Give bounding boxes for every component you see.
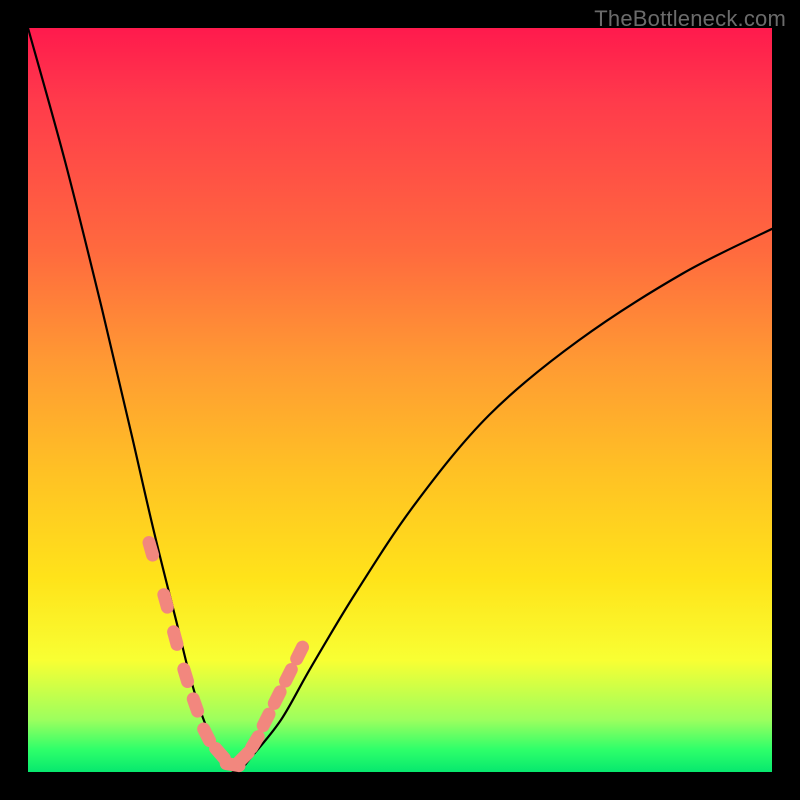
highlight-marker bbox=[185, 691, 206, 720]
highlight-markers bbox=[141, 535, 311, 774]
highlight-marker bbox=[166, 624, 185, 652]
chart-frame: TheBottleneck.com bbox=[0, 0, 800, 800]
watermark-text: TheBottleneck.com bbox=[594, 6, 786, 32]
curve-svg bbox=[28, 28, 772, 772]
highlight-marker bbox=[156, 587, 175, 616]
bottleneck-curve bbox=[28, 28, 772, 772]
highlight-marker bbox=[176, 661, 196, 690]
plot-area bbox=[28, 28, 772, 772]
